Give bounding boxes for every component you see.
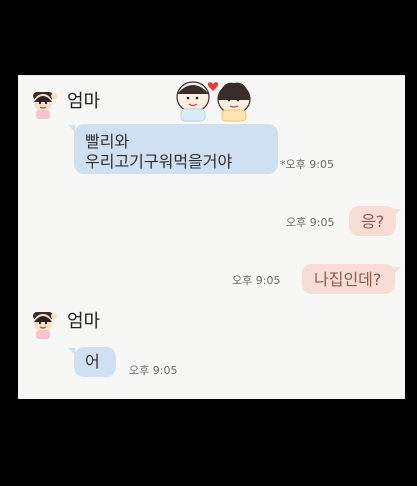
screen: 엄마 빨리와 우리고기구워먹을거야 *오후 9:05 오후 9:05 응? 오후… bbox=[0, 0, 417, 486]
chat-area: 엄마 빨리와 우리고기구워먹을거야 *오후 9:05 오후 9:05 응? 오후… bbox=[18, 75, 405, 399]
bottom-black-bar bbox=[0, 399, 417, 486]
avatar-icon[interactable] bbox=[26, 88, 60, 122]
incoming-message-bubble[interactable]: 빨리와 우리고기구워먹을거야 bbox=[74, 124, 278, 174]
right-black-edge bbox=[405, 75, 417, 399]
incoming-message-bubble[interactable]: 어 bbox=[74, 347, 116, 377]
sender-name: 엄마 bbox=[67, 91, 101, 112]
heart-icon bbox=[207, 82, 219, 91]
incoming-bubble-tail bbox=[68, 348, 75, 355]
couple-sticker-icon bbox=[159, 76, 264, 123]
message-timestamp: 오후 9:05 bbox=[286, 216, 335, 229]
outgoing-bubble-tail bbox=[394, 209, 401, 216]
message-timestamp: *오후 9:05 bbox=[280, 159, 334, 170]
outgoing-message-bubble[interactable]: 응? bbox=[349, 206, 397, 236]
message-timestamp: 오후 9:05 bbox=[129, 364, 178, 377]
message-timestamp: 오후 9:05 bbox=[232, 274, 281, 287]
incoming-bubble-tail bbox=[68, 125, 75, 132]
outgoing-bubble-tail bbox=[394, 267, 401, 274]
top-black-bar bbox=[0, 0, 417, 75]
timestamp-text: 오후 9:05 bbox=[285, 158, 334, 171]
outgoing-message-bubble[interactable]: 나집인데? bbox=[302, 264, 395, 294]
sender-name: 엄마 bbox=[67, 311, 101, 332]
avatar-icon[interactable] bbox=[26, 308, 60, 342]
